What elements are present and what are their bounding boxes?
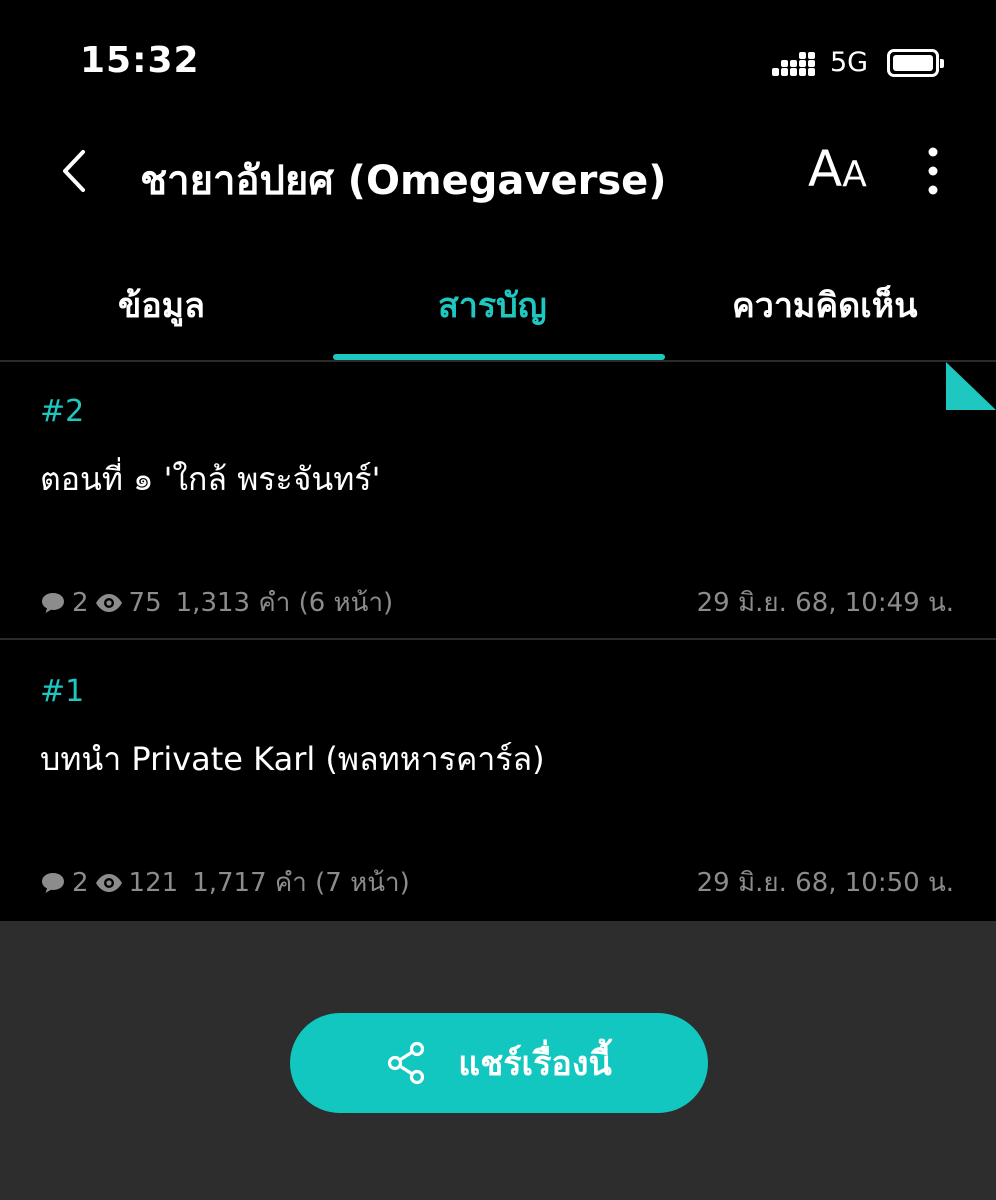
network-label: 5G [830,47,869,78]
comment-count: 2 [72,587,89,618]
font-size-label-big: A [808,140,843,198]
font-size-label-small: A [842,154,867,195]
view-count: 75 [128,587,162,618]
list-item[interactable]: #2 ตอนที่ ๑ 'ใกล้ พระจันทร์' 2 75 1,313 … [0,362,996,640]
episode-number: #2 [40,394,85,429]
comment-icon [42,872,64,893]
episode-meta: 2 121 1,717 คำ (7 หน้า) [40,862,410,903]
battery-icon [887,49,944,77]
share-button[interactable]: แชร์เรื่องนี้ [290,1013,708,1113]
episode-title: ตอนที่ ๑ 'ใกล้ พระจันทร์' [40,460,381,498]
episode-meta: 2 75 1,313 คำ (6 หน้า) [40,582,393,623]
episode-number: #1 [40,674,85,709]
comment-icon [42,592,64,613]
episode-date: 29 มิ.ย. 68, 10:50 น. [696,868,954,898]
tab-comments[interactable]: ความคิดเห็น [732,278,917,332]
font-size-icon[interactable]: AA [808,140,867,198]
status-time: 15:32 [80,40,200,81]
eye-icon [95,593,122,612]
tab-table-of-contents[interactable]: สารบัญ [438,278,547,332]
chevron-left-icon[interactable] [55,146,95,196]
active-tab-indicator [333,354,665,360]
signal-icon [772,52,815,76]
more-vertical-icon[interactable] [918,146,948,196]
comment-count: 2 [72,867,89,898]
status-bar: 15:32 5G [0,0,996,120]
tab-info[interactable]: ข้อมูล [118,278,205,332]
page-title: ชายาอัปยศ (Omegaverse) [140,158,667,204]
episode-date: 29 มิ.ย. 68, 10:49 น. [696,588,954,618]
footer-area: แชร์เรื่องนี้ [0,921,996,1200]
share-button-label: แชร์เรื่องนี้ [458,1044,612,1084]
share-icon [388,1041,425,1085]
word-count: 1,717 คำ (7 หน้า) [192,868,410,898]
list-item[interactable]: #1 บทนำ Private Karl (พลทหารคาร์ล) 2 121… [0,642,996,920]
word-count: 1,313 คำ (6 หน้า) [175,588,394,618]
view-count: 121 [128,867,179,898]
episode-title: บทนำ Private Karl (พลทหารคาร์ล) [40,740,545,778]
nav-bar: ชายาอัปยศ (Omegaverse) AA [0,120,996,230]
eye-icon [95,873,122,892]
tab-bar: ข้อมูล สารบัญ ความคิดเห็น [0,250,996,362]
